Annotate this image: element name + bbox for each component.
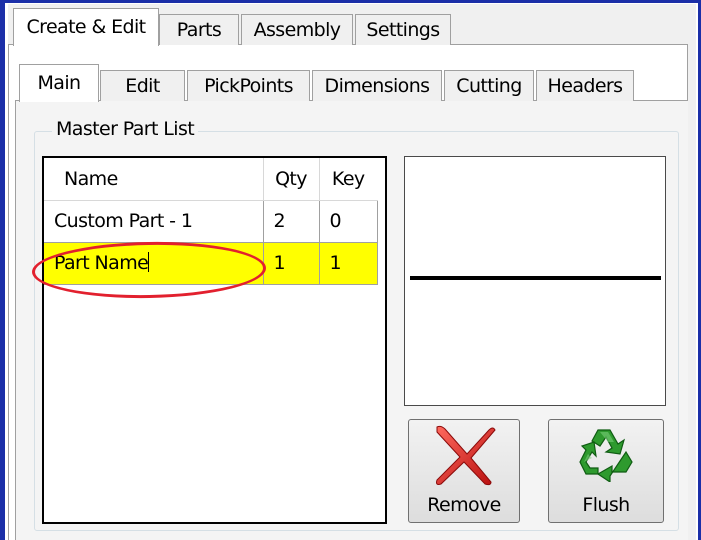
tab-edit[interactable]: Edit — [100, 70, 185, 101]
flush-button[interactable]: Flush — [548, 419, 664, 523]
text-caret — [148, 252, 150, 272]
tab-cutting[interactable]: Cutting — [444, 70, 534, 101]
flush-button-label: Flush — [582, 494, 630, 516]
tab-headers[interactable]: Headers — [536, 70, 634, 101]
tab-create-edit[interactable]: Create & Edit — [13, 8, 159, 46]
group-title: Master Part List — [52, 118, 199, 140]
part-preview — [404, 156, 666, 406]
grid-header-row: Name Qty Key — [44, 158, 377, 201]
window-frame-top — [0, 0, 701, 3]
master-part-grid[interactable]: Name Qty Key Custom Part - 1 2 0 Part Na… — [42, 156, 387, 524]
column-header-key[interactable]: Key — [319, 158, 377, 201]
red-x-icon — [431, 424, 497, 491]
cell-key[interactable]: 1 — [319, 242, 378, 285]
remove-button[interactable]: Remove — [408, 419, 520, 523]
remove-button-label: Remove — [427, 494, 501, 516]
part-table: Name Qty Key Custom Part - 1 2 0 Part Na… — [44, 158, 378, 285]
cell-name[interactable]: Custom Part - 1 — [44, 200, 264, 243]
table-row[interactable]: Custom Part - 1 2 0 — [44, 200, 378, 243]
cell-key[interactable]: 0 — [319, 200, 378, 243]
tab-main[interactable]: Main — [19, 64, 99, 102]
cell-qty[interactable]: 2 — [263, 200, 320, 243]
tab-assembly[interactable]: Assembly — [241, 14, 353, 45]
recycle-icon — [576, 424, 636, 487]
tab-pickpoints[interactable]: PickPoints — [187, 70, 310, 101]
column-header-name[interactable]: Name — [44, 158, 264, 201]
tab-parts[interactable]: Parts — [159, 14, 239, 45]
tab-dimensions[interactable]: Dimensions — [312, 70, 442, 101]
table-row-selected[interactable]: Part Name 1 1 — [44, 242, 378, 285]
cell-qty[interactable]: 1 — [263, 242, 320, 285]
tab-settings[interactable]: Settings — [355, 14, 451, 45]
preview-part-line — [410, 276, 661, 280]
column-header-qty[interactable]: Qty — [263, 158, 320, 201]
cell-name-text: Part Name — [54, 252, 149, 274]
window-frame-left — [0, 0, 5, 540]
cell-name-editing[interactable]: Part Name — [44, 242, 264, 285]
